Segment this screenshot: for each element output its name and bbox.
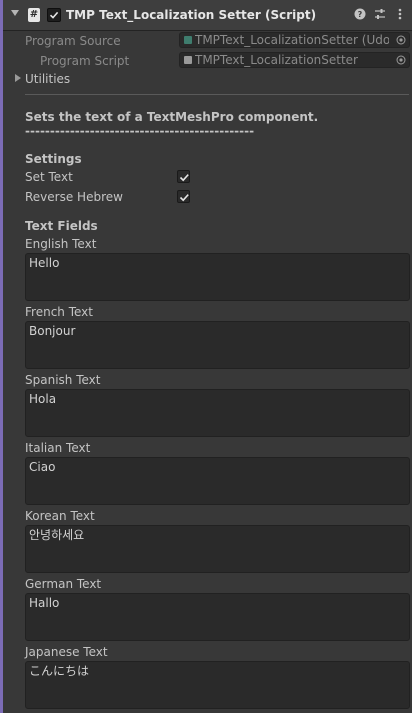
italian-text-label: Italian Text xyxy=(25,441,91,455)
description-separator: ----------------------------------------… xyxy=(25,124,255,138)
program-source-value: TMPText_LocalizationSetter (Udon xyxy=(195,33,389,47)
hash-script-icon: # xyxy=(28,8,40,22)
checkmark-icon xyxy=(179,194,189,202)
program-script-field[interactable]: TMPText_LocalizationSetter xyxy=(179,52,410,68)
object-picker-icon[interactable] xyxy=(396,35,406,45)
french-text-label: French Text xyxy=(25,305,93,319)
collapse-arrow-icon[interactable] xyxy=(11,10,19,16)
component-title: TMP Text_Localization Setter (Script) xyxy=(66,8,317,22)
korean-text-label: Korean Text xyxy=(25,509,95,523)
french-text-area[interactable]: Bonjour xyxy=(25,321,410,369)
german-text-area[interactable]: Hallo xyxy=(25,593,410,641)
program-source-label: Program Source xyxy=(25,34,121,48)
reverse-hebrew-label: Reverse Hebrew xyxy=(25,190,123,204)
set-text-checkbox[interactable] xyxy=(177,170,190,183)
component-header[interactable]: # TMP Text_Localization Setter (Script) … xyxy=(3,0,412,31)
kebab-menu-icon[interactable] xyxy=(393,7,407,21)
text-fields-header: Text Fields xyxy=(25,219,98,233)
spanish-text-area[interactable]: Hola xyxy=(25,389,410,437)
korean-text-area[interactable]: 안녕하세요 xyxy=(25,525,410,573)
program-script-label: Program Script xyxy=(40,54,130,68)
help-icon[interactable]: ? xyxy=(353,7,367,21)
spanish-text-label: Spanish Text xyxy=(25,373,101,387)
program-script-value: TMPText_LocalizationSetter xyxy=(195,53,358,67)
svg-text:?: ? xyxy=(358,10,363,19)
utilities-foldout-label[interactable]: Utilities xyxy=(25,72,70,86)
script-file-icon xyxy=(184,56,192,64)
component-enabled-checkbox[interactable] xyxy=(47,8,61,22)
preset-icon[interactable] xyxy=(373,7,387,21)
italian-text-area[interactable]: Ciao xyxy=(25,457,410,505)
utilities-foldout-arrow-icon[interactable] xyxy=(15,74,21,82)
section-divider xyxy=(25,94,409,95)
component-description: Sets the text of a TextMeshPro component… xyxy=(25,110,319,124)
english-text-label: English Text xyxy=(25,237,97,251)
japanese-text-area[interactable]: こんにちは xyxy=(25,661,410,709)
checkmark-icon xyxy=(49,11,59,19)
settings-header: Settings xyxy=(25,152,82,166)
object-picker-icon[interactable] xyxy=(396,55,406,65)
udon-asset-icon xyxy=(184,36,192,44)
checkmark-icon xyxy=(179,174,189,182)
set-text-label: Set Text xyxy=(25,170,73,184)
reverse-hebrew-checkbox[interactable] xyxy=(177,190,190,203)
program-source-field[interactable]: TMPText_LocalizationSetter (Udon xyxy=(179,32,410,48)
japanese-text-label: Japanese Text xyxy=(25,645,108,659)
english-text-area[interactable]: Hello xyxy=(25,253,410,301)
inspector-component: # TMP Text_Localization Setter (Script) … xyxy=(3,0,412,713)
german-text-label: German Text xyxy=(25,577,102,591)
